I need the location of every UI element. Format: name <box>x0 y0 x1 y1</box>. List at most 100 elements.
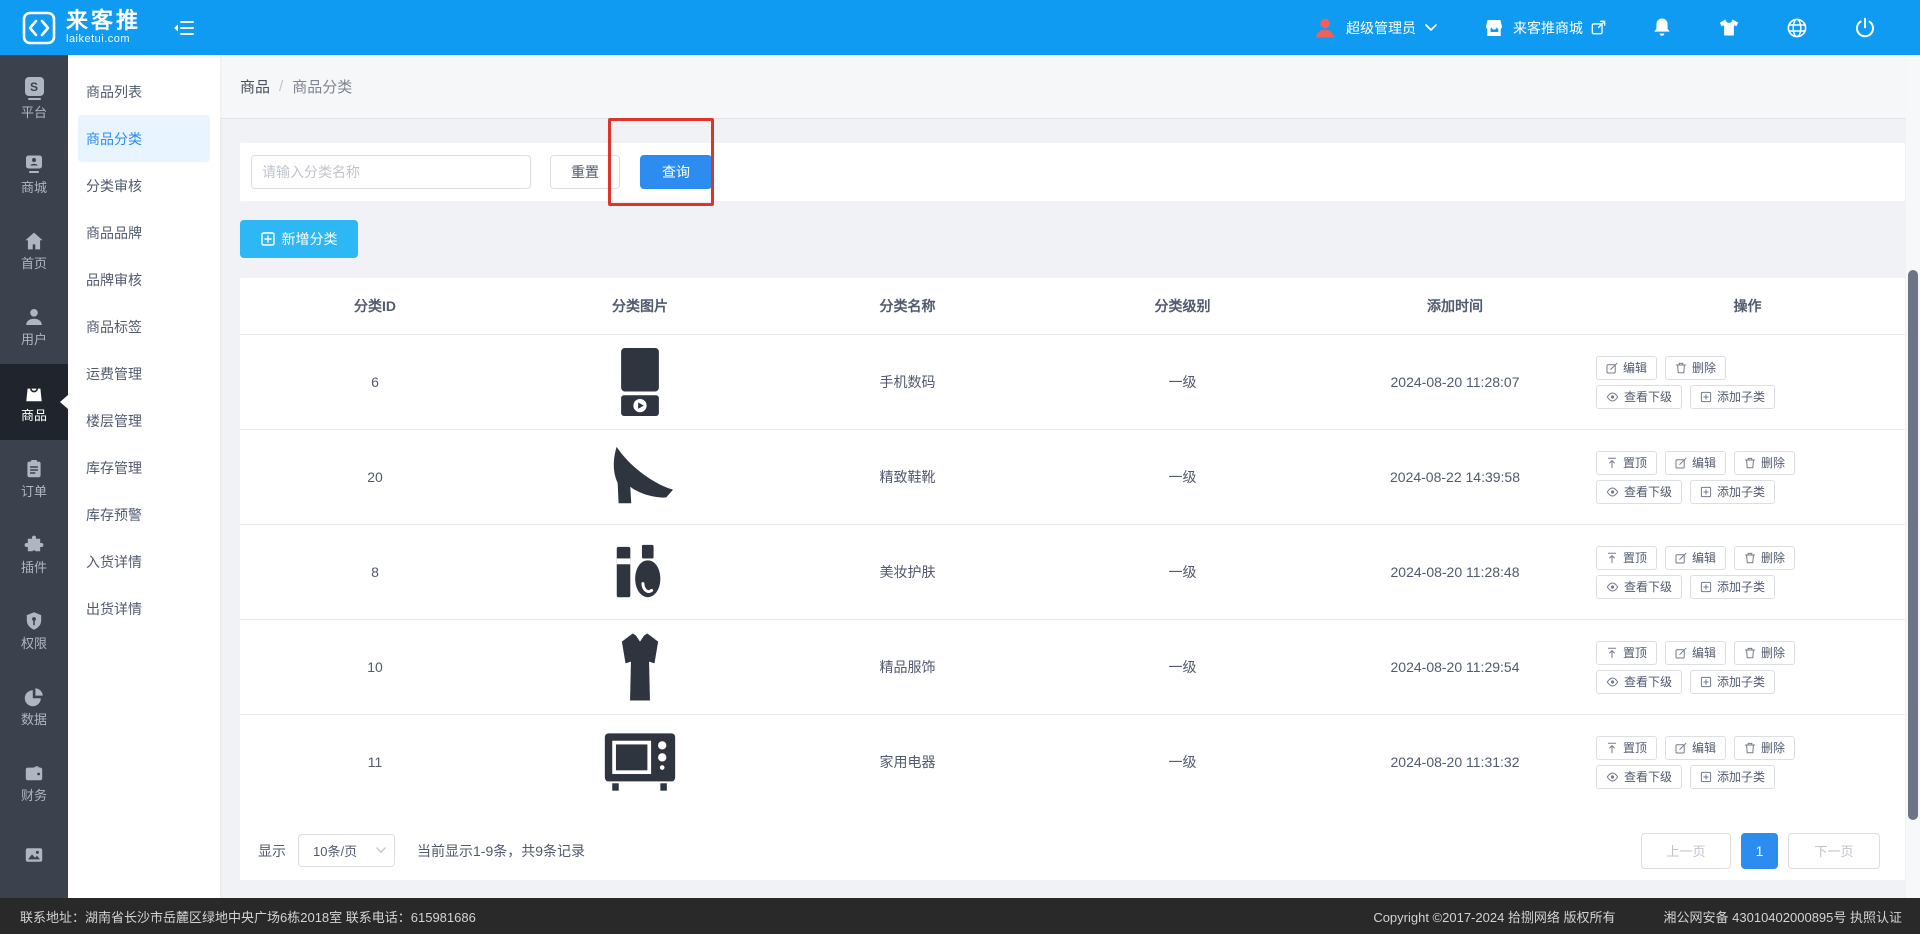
delete-button[interactable]: 删除 <box>1734 451 1795 475</box>
collapse-sidebar-icon[interactable] <box>173 18 195 38</box>
page-size-select[interactable]: 10条/页 <box>298 834 395 867</box>
sidebar-item-platform[interactable]: S 平台 <box>0 60 68 136</box>
notifications-bell-icon[interactable] <box>1652 17 1672 39</box>
add-child-button[interactable]: 添加子类 <box>1690 765 1775 789</box>
sidebar-item-users[interactable]: 用户 <box>0 288 68 364</box>
pin-top-button[interactable]: 置顶 <box>1596 451 1657 475</box>
add-child-button[interactable]: 添加子类 <box>1690 670 1775 694</box>
pin-top-button[interactable]: 置顶 <box>1596 736 1657 760</box>
cell-category-time: 2024-08-20 11:29:54 <box>1320 659 1590 675</box>
add-child-button[interactable]: 添加子类 <box>1690 575 1775 599</box>
column-header: 分类级别 <box>1045 296 1320 316</box>
add-child-button[interactable]: 添加子类 <box>1690 480 1775 504</box>
reset-button[interactable]: 重置 <box>550 155 620 189</box>
subnav-outbound-detail[interactable]: 出货详情 <box>78 585 210 632</box>
cell-category-id: 10 <box>240 659 510 675</box>
shop-decoration-shirt-icon[interactable] <box>1718 18 1740 38</box>
delete-button[interactable]: 删除 <box>1734 641 1795 665</box>
footer-contact: 联系地址：湖南省长沙市岳麓区绿地中央广场6栋2018室 联系电话：6159816… <box>20 907 476 926</box>
view-children-button[interactable]: 查看下级 <box>1596 575 1682 599</box>
scrollbar-thumb[interactable] <box>1908 270 1918 820</box>
table-header-row: 分类ID 分类图片 分类名称 分类级别 添加时间 操作 <box>240 278 1905 334</box>
select-chevron-icon <box>376 847 386 854</box>
category-name-input[interactable] <box>251 155 531 189</box>
column-header: 分类图片 <box>510 296 770 316</box>
category-image-microwave-icon <box>510 731 770 793</box>
subnav-freight[interactable]: 运费管理 <box>78 350 210 397</box>
subnav-floor[interactable]: 楼层管理 <box>78 397 210 444</box>
sidebar-item-orders[interactable]: 订单 <box>0 440 68 516</box>
subnav-brand-review[interactable]: 品牌审核 <box>78 256 210 303</box>
sidebar-item-data[interactable]: 数据 <box>0 668 68 744</box>
cell-category-level: 一级 <box>1045 657 1320 677</box>
view-children-button[interactable]: 查看下级 <box>1596 385 1682 409</box>
subnav-goods-tags[interactable]: 商品标签 <box>78 303 210 350</box>
cell-category-name: 精致鞋靴 <box>770 467 1045 487</box>
shop-front-link[interactable]: 来客推商城 <box>1483 18 1606 38</box>
sidebar-item-permissions[interactable]: 权限 <box>0 592 68 668</box>
edit-button[interactable]: 编辑 <box>1665 451 1726 475</box>
pin-top-button[interactable]: 置顶 <box>1596 546 1657 570</box>
cell-category-level: 一级 <box>1045 752 1320 772</box>
query-button[interactable]: 查询 <box>640 155 712 189</box>
sidebar-item-mall[interactable]: 商城 <box>0 136 68 212</box>
delete-button[interactable]: 删除 <box>1734 546 1795 570</box>
delete-button[interactable]: 删除 <box>1734 736 1795 760</box>
subnav-category-review[interactable]: 分类审核 <box>78 162 210 209</box>
chevron-down-icon <box>1425 24 1437 32</box>
secondary-sidebar: 商品列表 商品分类 分类审核 商品品牌 品牌审核 商品标签 运费管理 楼层管理 … <box>68 55 220 898</box>
prev-page-button[interactable]: 上一页 <box>1641 833 1731 869</box>
logout-power-icon[interactable] <box>1854 17 1876 39</box>
sidebar-item-plugins[interactable]: 插件 <box>0 516 68 592</box>
breadcrumb-root[interactable]: 商品 <box>240 76 270 97</box>
cell-category-time: 2024-08-20 11:28:48 <box>1320 564 1590 580</box>
table-row: 11 家用电器 一级 2024-08-20 11:31:32 置顶 编辑 删除 … <box>240 714 1905 809</box>
table-row: 20 精致鞋靴 一级 2024-08-22 14:39:58 置顶 编辑 删除 … <box>240 429 1905 524</box>
sidebar-item-media[interactable] <box>0 820 68 896</box>
logo-title: 来客推 <box>66 10 141 32</box>
view-children-button[interactable]: 查看下级 <box>1596 480 1682 504</box>
app-root: 来客推 laiketui.com 超级管理员 来客推商城 <box>0 0 1920 934</box>
page-1-button[interactable]: 1 <box>1741 833 1778 869</box>
language-globe-icon[interactable] <box>1786 17 1808 39</box>
category-image-clothing-icon <box>510 633 770 701</box>
subnav-stock-warning[interactable]: 库存预警 <box>78 491 210 538</box>
view-children-button[interactable]: 查看下级 <box>1596 765 1682 789</box>
cell-actions: 置顶 编辑 删除 查看下级 添加子类 <box>1590 736 1905 789</box>
category-image-cosmetics-icon <box>510 540 770 604</box>
top-header: 来客推 laiketui.com 超级管理员 来客推商城 <box>0 0 1920 55</box>
edit-button[interactable]: 编辑 <box>1665 641 1726 665</box>
plus-square-icon <box>261 232 275 246</box>
add-child-button[interactable]: 添加子类 <box>1690 385 1775 409</box>
subnav-goods-category[interactable]: 商品分类 <box>78 115 210 162</box>
add-category-button[interactable]: 新增分类 <box>240 220 358 258</box>
app-logo[interactable]: 来客推 laiketui.com <box>0 10 141 45</box>
cell-category-level: 一级 <box>1045 562 1320 582</box>
category-table: 分类ID 分类图片 分类名称 分类级别 添加时间 操作 6 手机数码 一级 20… <box>240 278 1905 880</box>
scrollbar-track <box>1906 55 1920 898</box>
edit-button[interactable]: 编辑 <box>1596 356 1657 380</box>
subnav-goods-brand[interactable]: 商品品牌 <box>78 209 210 256</box>
pin-top-button[interactable]: 置顶 <box>1596 641 1657 665</box>
cell-category-level: 一级 <box>1045 372 1320 392</box>
cell-category-time: 2024-08-22 14:39:58 <box>1320 469 1590 485</box>
shield-key-icon <box>24 611 44 631</box>
footer-right: Copyright ©2017-2024 拾捌网络 版权所有 湘公网安备 430… <box>1373 907 1902 926</box>
edit-button[interactable]: 编辑 <box>1665 736 1726 760</box>
column-header: 添加时间 <box>1320 296 1590 316</box>
subnav-inbound-detail[interactable]: 入货详情 <box>78 538 210 585</box>
cell-category-level: 一级 <box>1045 467 1320 487</box>
sidebar-item-finance[interactable]: 财务 <box>0 744 68 820</box>
admin-user-menu[interactable]: 超级管理员 <box>1313 16 1437 40</box>
subnav-goods-list[interactable]: 商品列表 <box>78 68 210 115</box>
table-row: 6 手机数码 一级 2024-08-20 11:28:07 编辑 删除 查看下级… <box>240 334 1905 429</box>
sidebar-item-goods[interactable]: 商品 <box>0 364 68 440</box>
image-icon <box>24 845 44 865</box>
sidebar-item-home[interactable]: 首页 <box>0 212 68 288</box>
view-children-button[interactable]: 查看下级 <box>1596 670 1682 694</box>
edit-button[interactable]: 编辑 <box>1665 546 1726 570</box>
cell-actions: 置顶 编辑 删除 查看下级 添加子类 <box>1590 451 1905 504</box>
delete-button[interactable]: 删除 <box>1665 356 1726 380</box>
next-page-button[interactable]: 下一页 <box>1788 833 1880 869</box>
subnav-stock[interactable]: 库存管理 <box>78 444 210 491</box>
